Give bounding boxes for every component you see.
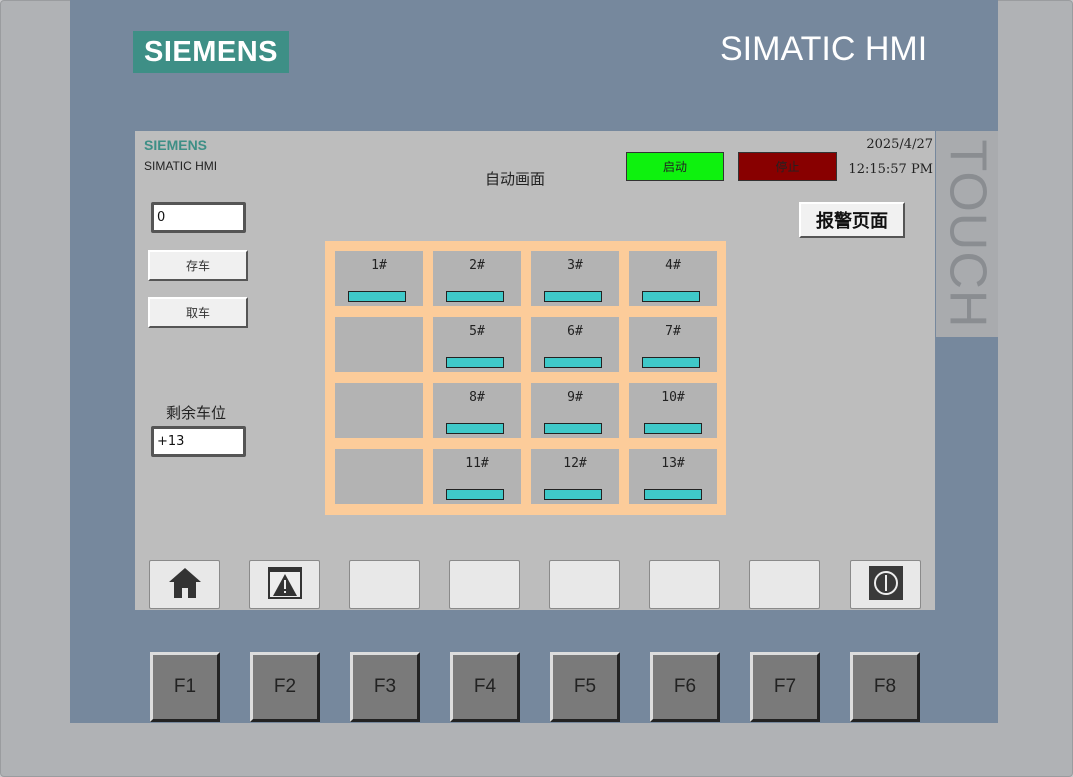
remaining-spaces-label: 剩余车位	[166, 404, 227, 422]
park-car-button[interactable]: 存车	[148, 250, 248, 281]
slot-label: 6#	[567, 324, 583, 339]
f4-key[interactable]: F4	[450, 652, 520, 722]
slot-indicator	[446, 489, 504, 500]
parking-slot[interactable]: 11#	[433, 449, 521, 504]
alarm-view-button[interactable]	[249, 560, 320, 609]
slot-indicator	[544, 489, 602, 500]
power-icon	[868, 565, 904, 604]
parking-slot[interactable]: 9#	[531, 383, 619, 438]
parking-slot[interactable]: 13#	[629, 449, 717, 504]
slot-indicator	[544, 291, 602, 302]
parking-slot[interactable]: 4#	[629, 251, 717, 306]
slot-label: 3#	[567, 258, 583, 273]
start-button[interactable]: 启动	[626, 152, 724, 181]
time-display: 12:15:57 PM	[848, 162, 933, 177]
slot-label: 5#	[469, 324, 485, 339]
slot-indicator	[446, 357, 504, 368]
slot-label: 7#	[665, 324, 681, 339]
parking-slot[interactable]: 2#	[433, 251, 521, 306]
f2-key[interactable]: F2	[250, 652, 320, 722]
retrieve-car-button[interactable]: 取车	[148, 297, 248, 328]
f7-key[interactable]: F7	[750, 652, 820, 722]
parking-slot[interactable]: 8#	[433, 383, 521, 438]
date-display: 2025/4/27	[866, 137, 933, 152]
parking-slot[interactable]: 1#	[335, 251, 423, 306]
f3-key[interactable]: F3	[350, 652, 420, 722]
device-model-title: SIMATIC HMI	[720, 30, 928, 68]
slot-label: 13#	[661, 456, 685, 471]
home-button[interactable]	[149, 560, 220, 609]
f6-key[interactable]: F6	[650, 652, 720, 722]
slot-indicator	[446, 291, 504, 302]
parking-grid: 1# 2# 3# 4# 5# 6# 7# 8# 9# 10# 11# 12# 1…	[325, 241, 726, 515]
slot-label: 4#	[665, 258, 681, 273]
f1-key[interactable]: F1	[150, 652, 220, 722]
slot-indicator	[642, 291, 700, 302]
siemens-logo: SIEMENS	[133, 31, 289, 73]
slot-label: 1#	[371, 258, 387, 273]
screen-model: SIMATIC HMI	[144, 159, 218, 173]
slot-indicator	[544, 357, 602, 368]
alarm-icon	[267, 566, 303, 604]
softkey-5[interactable]	[549, 560, 620, 609]
parking-slot[interactable]: 10#	[629, 383, 717, 438]
slot-label: 11#	[465, 456, 489, 471]
softkey-3[interactable]	[349, 560, 420, 609]
hmi-screen: SIEMENS SIMATIC HMI 自动画面 启动 停止 2025/4/27…	[135, 131, 935, 610]
parking-slot[interactable]: 3#	[531, 251, 619, 306]
f8-key[interactable]: F8	[850, 652, 920, 722]
parking-slot[interactable]: 6#	[531, 317, 619, 372]
slot-label: 12#	[563, 456, 587, 471]
slot-label: 8#	[469, 390, 485, 405]
slot-label: 9#	[567, 390, 583, 405]
slot-indicator	[644, 489, 702, 500]
parking-slot[interactable]: 5#	[433, 317, 521, 372]
softkey-7[interactable]	[749, 560, 820, 609]
slot-number-input[interactable]: 0	[151, 202, 246, 233]
slot-indicator	[348, 291, 406, 302]
empty-cell	[335, 449, 423, 504]
home-icon	[167, 566, 203, 604]
slot-indicator	[446, 423, 504, 434]
slot-label: 2#	[469, 258, 485, 273]
softkey-4[interactable]	[449, 560, 520, 609]
slot-indicator	[644, 423, 702, 434]
parking-slot[interactable]: 7#	[629, 317, 717, 372]
touch-label: TOUCH	[938, 139, 996, 329]
stop-button[interactable]: 停止	[738, 152, 837, 181]
slot-indicator	[544, 423, 602, 434]
page-title: 自动画面	[485, 170, 546, 188]
empty-cell	[335, 317, 423, 372]
screen-logo: SIEMENS	[144, 137, 208, 153]
slot-indicator	[642, 357, 700, 368]
alarm-page-button[interactable]: 报警页面	[799, 202, 905, 238]
remaining-spaces-value: +13	[151, 426, 246, 457]
slot-label: 10#	[661, 390, 685, 405]
power-button[interactable]	[850, 560, 921, 609]
f5-key[interactable]: F5	[550, 652, 620, 722]
parking-slot[interactable]: 12#	[531, 449, 619, 504]
empty-cell	[335, 383, 423, 438]
softkey-6[interactable]	[649, 560, 720, 609]
